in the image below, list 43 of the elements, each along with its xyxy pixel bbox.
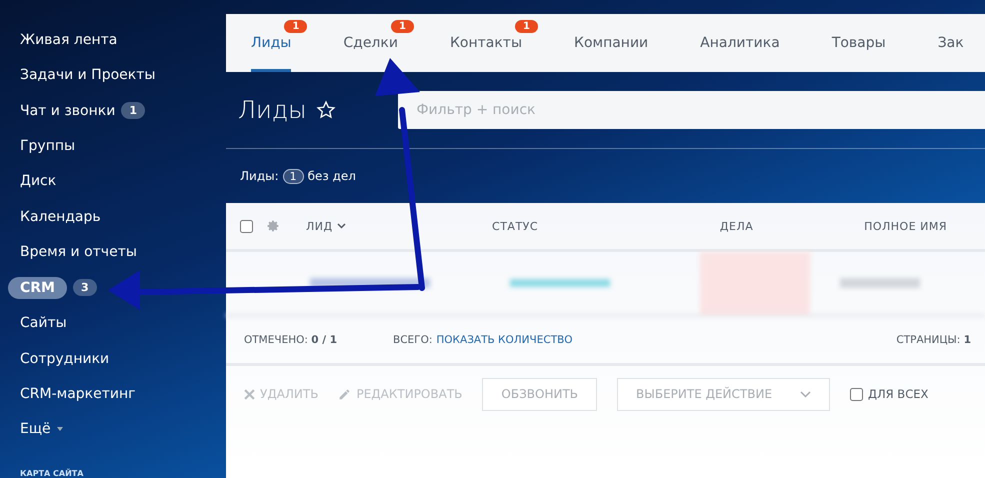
sidebar-item[interactable]: Задачи и Проекты (20, 64, 156, 86)
tab[interactable]: Аналитика (700, 14, 780, 72)
sidebar-item[interactable]: Сотрудники (20, 348, 110, 370)
chevron-down-icon (336, 223, 346, 229)
sidebar-item[interactable]: Группы (20, 134, 76, 157)
counter-badge: 3 (73, 279, 97, 296)
tab[interactable]: Товары (832, 14, 886, 72)
counter-badge: 1 (390, 20, 414, 33)
tab[interactable]: Зак (938, 14, 964, 72)
counter-badge: 1 (515, 20, 538, 33)
column-header[interactable]: СТАТУС (492, 220, 720, 232)
sidebar-item[interactable]: Время и отчеты (20, 241, 137, 264)
page-title: Лиды (238, 96, 306, 124)
checked-count: ОТМЕЧЕНО: 0 / 1 (244, 334, 338, 346)
pencil-icon (338, 388, 352, 400)
for-all-label: ДЛЯ ВСЕХ (868, 387, 928, 401)
sidebar-item[interactable]: Диск (20, 170, 56, 192)
close-icon (244, 388, 255, 400)
pages-indicator: СТРАНИЦЫ: 1 (896, 334, 971, 346)
sidebar-item[interactable]: Сайты (20, 312, 67, 334)
star-icon[interactable] (316, 100, 336, 120)
sidebar-item[interactable]: CRM-маркетинг (20, 382, 136, 405)
for-all-checkbox[interactable] (850, 388, 864, 400)
chevron-down-icon (800, 390, 812, 398)
sitemap-link[interactable]: КАРТА САЙТА (20, 469, 226, 478)
counter-badge: 1 (121, 102, 145, 120)
select-all-checkbox[interactable] (240, 220, 253, 232)
counter-badge: 1 (284, 20, 308, 33)
column-header[interactable]: ЛИД (306, 220, 492, 232)
sidebar-item[interactable]: Календарь (20, 206, 101, 228)
sidebar-item[interactable]: Живая лента (20, 28, 118, 51)
summary-text: без дел (308, 169, 356, 183)
total-label: ВСЕГО: (393, 334, 432, 346)
filter-search-field[interactable]: Фильтр + поиск (398, 91, 985, 129)
sidebar-item[interactable]: Чат и звонки (20, 100, 116, 122)
summary-label: Лиды: (240, 169, 279, 183)
show-count-link[interactable]: ПОКАЗАТЬ КОЛИЧЕСТВО (436, 334, 573, 346)
counter-badge: 1 (282, 168, 304, 184)
sidebar-item[interactable]: Ещё (20, 418, 51, 440)
sidebar-item[interactable]: CRM (8, 276, 67, 299)
column-header[interactable]: ПОЛНОЕ ИМЯ (864, 220, 985, 232)
column-header[interactable]: ДЕЛА (720, 220, 864, 232)
tab[interactable]: Компании (574, 14, 648, 72)
